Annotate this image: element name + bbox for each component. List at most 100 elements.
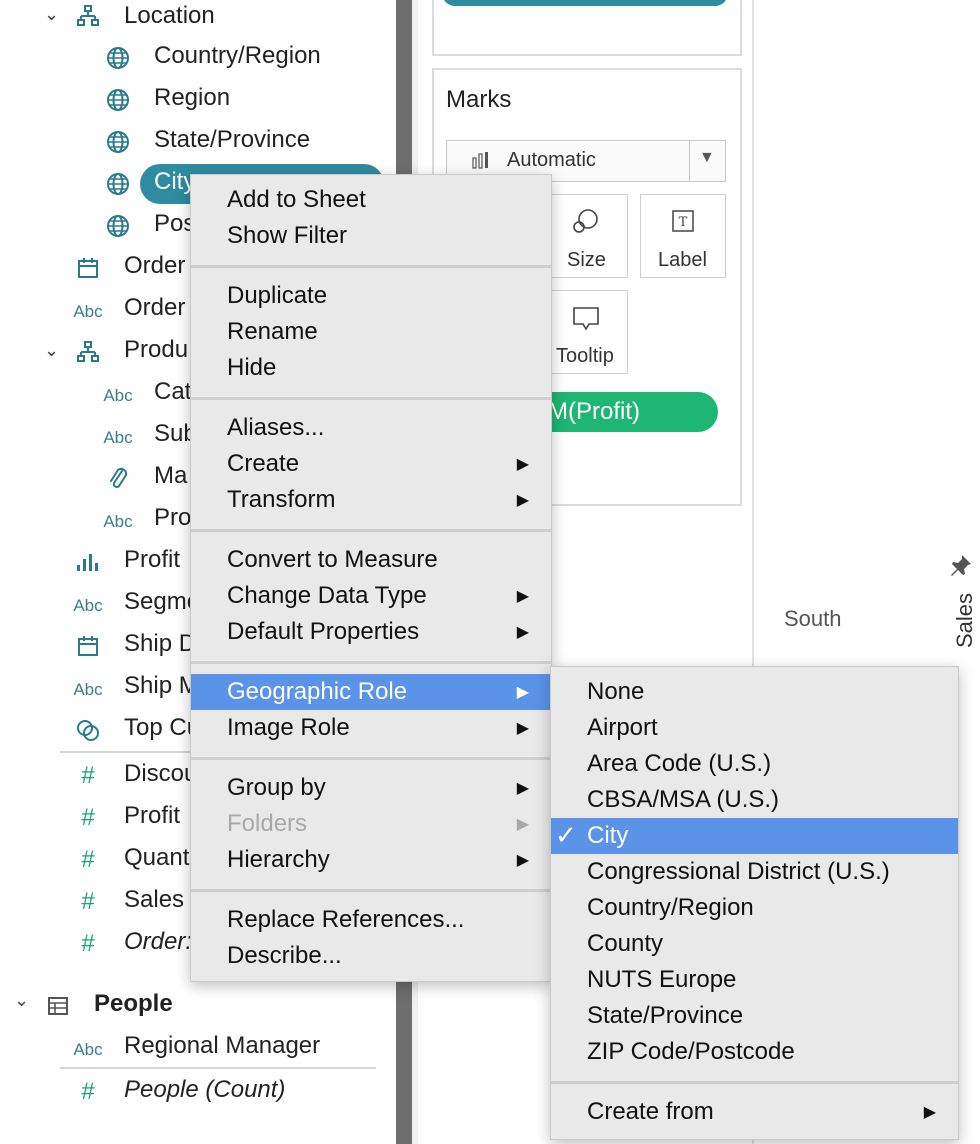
set-icon: [70, 716, 106, 744]
geo-county[interactable]: County: [551, 926, 958, 962]
menu-convert-to-measure[interactable]: Convert to Measure: [191, 542, 551, 578]
size-button[interactable]: Size: [542, 194, 628, 278]
hash-icon: #: [81, 1078, 95, 1105]
menu-change-data-type[interactable]: Change Data Type ▶: [191, 578, 551, 614]
field-country-region[interactable]: Country/Region: [100, 42, 390, 74]
geo-none[interactable]: None: [551, 674, 958, 710]
tooltip-button[interactable]: Tooltip: [542, 290, 628, 374]
geo-zip-postcode[interactable]: ZIP Code/Postcode: [551, 1034, 958, 1070]
menu-create[interactable]: Create ▶: [191, 446, 551, 482]
submenu-arrow-icon: ▶: [516, 588, 529, 605]
profit-pill-label: M(Profit): [548, 398, 640, 425]
submenu-arrow-icon: ▶: [516, 492, 529, 509]
field-label: People (Count): [124, 1076, 286, 1103]
menu-image-role[interactable]: Image Role ▶: [191, 710, 551, 746]
menu-label: City: [587, 822, 629, 849]
field-label: Sales: [124, 886, 185, 913]
menu-replace-references[interactable]: Replace References...: [191, 902, 551, 938]
menu-geographic-role[interactable]: Geographic Role ▶: [191, 674, 551, 710]
geo-create-from[interactable]: Create from ▶: [551, 1094, 958, 1130]
field-region[interactable]: Region: [100, 84, 390, 116]
menu-label: Image Role: [227, 714, 350, 741]
mark-type-value: Automatic: [507, 149, 596, 171]
menu-default-properties[interactable]: Default Properties ▶: [191, 614, 551, 650]
folder-location-label[interactable]: Location: [124, 2, 215, 30]
menu-hierarchy[interactable]: Hierarchy ▶: [191, 842, 551, 878]
submenu-arrow-icon: ▶: [516, 780, 529, 797]
filters-card: [432, 0, 742, 56]
menu-show-filter[interactable]: Show Filter: [191, 218, 551, 254]
menu-add-to-sheet[interactable]: Add to Sheet: [191, 182, 551, 218]
field-state-province[interactable]: State/Province: [100, 126, 390, 158]
field-label: State/Province: [154, 126, 311, 153]
field-label: Order:: [124, 928, 193, 955]
menu-aliases[interactable]: Aliases...: [191, 410, 551, 446]
submenu-arrow-icon: ▶: [516, 816, 529, 833]
menu-label: Geographic Role: [227, 678, 408, 705]
geo-cbsa-msa[interactable]: CBSA/MSA (U.S.): [551, 782, 958, 818]
menu-duplicate[interactable]: Duplicate: [191, 278, 551, 314]
menu-label: ZIP Code/Postcode: [587, 1038, 795, 1065]
bar-chart-icon: [471, 150, 493, 175]
geo-city[interactable]: ✓ City: [551, 818, 958, 854]
size-label: Size: [567, 249, 606, 271]
abc-icon: Abc: [73, 302, 103, 321]
menu-label: Congressional District (U.S.): [587, 858, 890, 885]
menu-label: Create from: [587, 1098, 714, 1125]
hash-icon: #: [81, 888, 95, 915]
globe-icon: [100, 128, 136, 156]
menu-label: Show Filter: [227, 222, 348, 249]
geo-airport[interactable]: Airport: [551, 710, 958, 746]
globe-icon: [100, 170, 136, 198]
label-button[interactable]: T Label: [640, 194, 726, 278]
globe-icon: [100, 86, 136, 114]
field-label: Ship D: [124, 630, 197, 657]
field-label: Segme: [124, 588, 201, 615]
divider: [60, 1067, 376, 1069]
axis-label-south: South: [784, 606, 842, 631]
menu-separator: [191, 529, 551, 532]
submenu-arrow-icon: ▶: [516, 624, 529, 641]
chevron-down-icon[interactable]: ⌄: [14, 990, 29, 1011]
size-icon: [571, 207, 601, 240]
pin-icon[interactable]: [948, 552, 974, 583]
menu-separator: [191, 889, 551, 892]
calendar-icon: [70, 632, 106, 660]
menu-describe[interactable]: Describe...: [191, 938, 551, 974]
geo-country-region[interactable]: Country/Region: [551, 890, 958, 926]
menu-rename[interactable]: Rename: [191, 314, 551, 350]
menu-hide[interactable]: Hide: [191, 350, 551, 386]
geo-area-code[interactable]: Area Code (U.S.): [551, 746, 958, 782]
tooltip-label: Tooltip: [556, 345, 614, 367]
caret-down-icon: ▼: [699, 149, 715, 166]
menu-label: None: [587, 678, 645, 705]
chevron-down-icon[interactable]: ⌄: [44, 340, 59, 361]
field-label: Pro: [154, 504, 192, 531]
field-label: Region: [154, 84, 231, 111]
menu-label: NUTS Europe: [587, 966, 737, 993]
filter-pill[interactable]: [442, 0, 728, 6]
geo-nuts-europe[interactable]: NUTS Europe: [551, 962, 958, 998]
hierarchy-icon: [70, 340, 106, 364]
geo-congressional-district[interactable]: Congressional District (U.S.): [551, 854, 958, 890]
field-label: Profit: [124, 802, 181, 829]
checkmark-icon: ✓: [555, 820, 577, 850]
submenu-arrow-icon: ▶: [923, 1104, 936, 1121]
menu-transform[interactable]: Transform ▶: [191, 482, 551, 518]
menu-group-by[interactable]: Group by ▶: [191, 770, 551, 806]
field-people-count[interactable]: # People (Count): [70, 1076, 390, 1108]
chevron-down-icon[interactable]: ⌄: [44, 4, 59, 25]
folder-product-label[interactable]: Produ: [124, 336, 188, 364]
menu-label: Default Properties: [227, 618, 420, 645]
table-icon: [40, 992, 76, 1020]
table-people-label[interactable]: People: [94, 990, 173, 1018]
menu-label: CBSA/MSA (U.S.): [587, 786, 780, 813]
svg-text:T: T: [679, 215, 688, 230]
field-regional-manager[interactable]: Abc Regional Manager: [70, 1032, 390, 1064]
geo-state-province[interactable]: State/Province: [551, 998, 958, 1034]
menu-label: Hierarchy: [227, 846, 330, 873]
hash-icon: #: [81, 846, 95, 873]
menu-label: Convert to Measure: [227, 546, 438, 573]
menu-separator: [551, 1081, 958, 1084]
globe-icon: [100, 44, 136, 72]
